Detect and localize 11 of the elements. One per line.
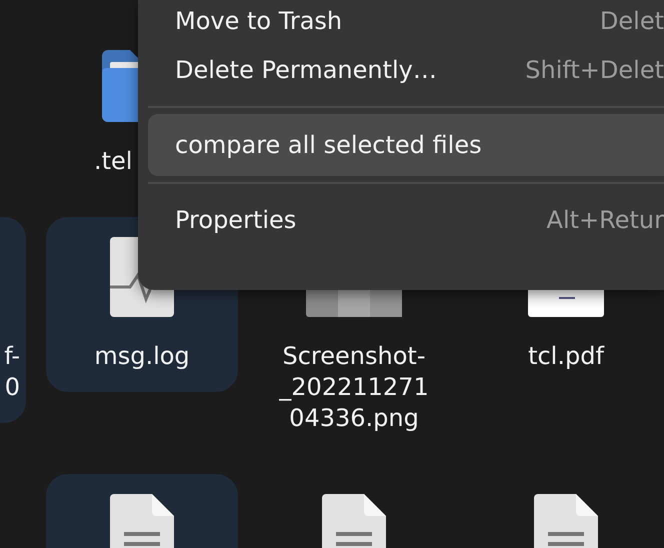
file-name: Screenshot- _202211271 04336.png [278, 341, 430, 434]
menu-item[interactable]: Move to Trash Delet [138, 2, 664, 40]
file-name: f- 0 [3, 341, 21, 403]
menu-item[interactable]: Delete Permanently… Shift+Delet [138, 40, 664, 100]
file-name: tcl.pdf [527, 341, 606, 372]
shortcut-text: Delet [600, 7, 664, 35]
menu-item[interactable]: compare all selected files [148, 114, 664, 176]
shortcut-text: Alt+Retur [546, 206, 664, 234]
file-name: msg.log [93, 341, 191, 372]
file-item[interactable]: f- 0 [0, 217, 26, 423]
shortcut-text: Shift+Delet [525, 56, 664, 84]
